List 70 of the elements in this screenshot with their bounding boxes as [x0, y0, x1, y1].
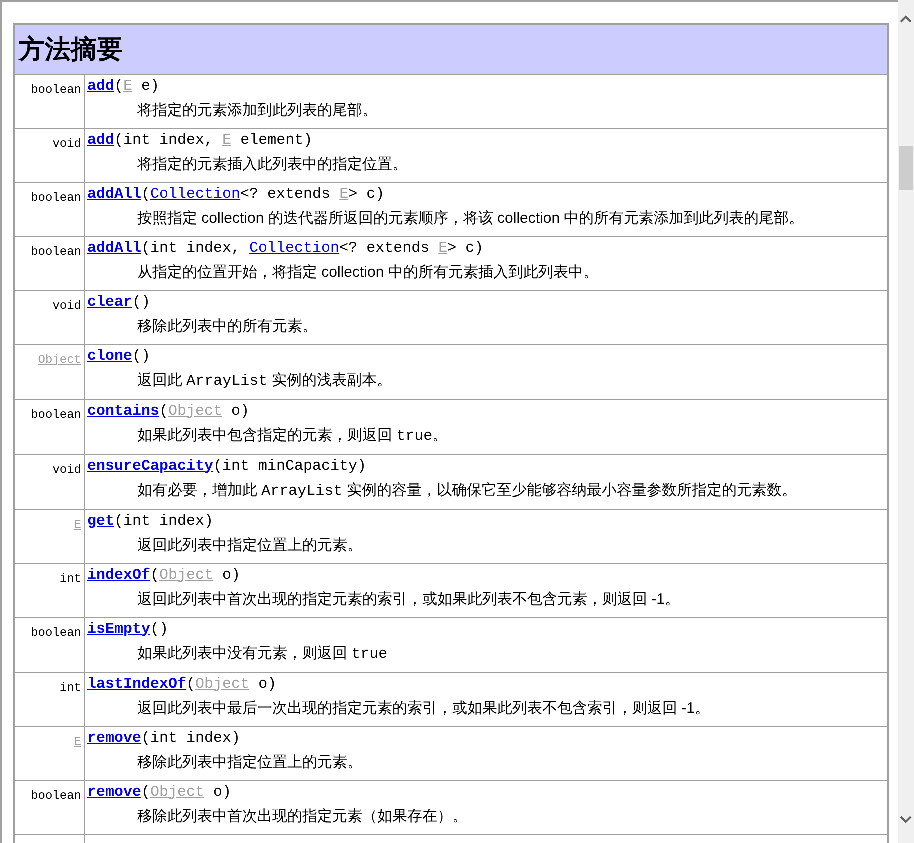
signature-text: ( [114, 78, 124, 94]
method-description: 按照指定 collection 的迭代器所返回的元素顺序，将该 collection 中的所有元素添加到此列表的尾部。 [136, 208, 806, 228]
method-link[interactable]: get [88, 512, 115, 530]
method-link[interactable]: remove [88, 784, 142, 800]
signature-text: ( [150, 566, 160, 584]
signature-text: (int index, [114, 132, 215, 148]
return-type: void [52, 298, 82, 312]
signature-text: o) [222, 566, 241, 584]
signature-text: () [132, 348, 151, 364]
method-link[interactable]: clone [88, 348, 133, 364]
signature-text: element) [240, 132, 313, 148]
signature-text: <? extends [240, 186, 332, 202]
return-type: boolean [31, 626, 82, 640]
method-link[interactable]: remove [88, 730, 142, 746]
signature-text: (int minCapacity) [214, 458, 367, 474]
method-description: 如果此列表中没有元素，则返回 true [136, 644, 389, 664]
signature-text: ( [160, 402, 169, 420]
method-description: 返回此 ArrayList 实例的浅表副本。 [136, 370, 393, 392]
signature-text: <? extends [340, 240, 431, 256]
signature-text: o) [258, 676, 277, 692]
method-link[interactable]: addAll [88, 240, 142, 256]
method-description: 将指定的元素添加到此列表的尾部。 [136, 100, 378, 120]
method-description: 移除此列表中的所有元素。 [136, 316, 318, 336]
method-description: 如有必要，增加此 ArrayList 实例的容量，以确保它至少能够容纳最小容量参数所指定的元素数。 [136, 480, 798, 502]
type-link[interactable]: Collection [250, 240, 340, 256]
signature-text: (int index) [142, 730, 241, 746]
method-description: 如果此列表中包含指定的元素，则返回 true。 [136, 426, 449, 446]
scroll-down-icon[interactable] [900, 815, 912, 825]
signature-text: (int index, [142, 240, 242, 256]
signature-text: () [132, 294, 151, 310]
return-type: boolean [31, 244, 82, 258]
signature-text: () [150, 620, 169, 638]
signature-text: e) [140, 78, 160, 94]
method-link[interactable]: lastIndexOf [88, 676, 187, 692]
method-description: 返回此列表中首次出现的指定元素的索引，或如果此列表不包含元素，则返回 -1。 [136, 590, 682, 610]
method-description: 将指定的元素插入此列表中的指定位置。 [136, 154, 408, 174]
signature-text: > c) [448, 240, 484, 256]
method-description: 移除此列表中指定位置上的元素。 [136, 752, 364, 772]
signature-text: ( [186, 676, 196, 692]
return-type: boolean [31, 788, 82, 802]
method-link[interactable]: indexOf [88, 566, 151, 584]
method-link[interactable]: clear [88, 294, 133, 310]
return-type: int [60, 680, 82, 694]
scrollbar-thumb[interactable] [899, 146, 913, 190]
method-description: 移除此列表中首次出现的指定元素（如果存在）。 [136, 806, 468, 826]
signature-text: ( [142, 784, 151, 800]
type-link[interactable]: Collection [150, 186, 241, 202]
signature-text: o) [230, 402, 250, 420]
return-type: void [52, 462, 82, 476]
signature-text: o) [212, 784, 232, 800]
return-type: boolean [31, 82, 82, 96]
signature-text: ( [142, 186, 151, 202]
signature-text: > c) [348, 186, 385, 202]
method-link[interactable]: add [88, 78, 115, 94]
section-title: 方法摘要 [19, 34, 123, 64]
method-description: 返回此列表中最后一次出现的指定元素的索引，或如果此列表不包含索引，则返回 -1。 [136, 698, 712, 718]
return-type: void [52, 136, 82, 150]
method-link[interactable]: addAll [88, 186, 142, 202]
return-type: int [60, 572, 82, 586]
return-type: boolean [31, 408, 82, 422]
method-link[interactable]: contains [88, 402, 160, 420]
method-description: 从指定的位置开始，将指定 collection 中的所有元素插入到此列表中。 [136, 262, 600, 282]
method-link[interactable]: add [88, 132, 115, 148]
method-description: 返回此列表中指定位置上的元素。 [136, 536, 364, 556]
scroll-up-icon[interactable] [900, 14, 912, 24]
signature-text: (int index) [114, 512, 214, 530]
method-link[interactable]: isEmpty [88, 620, 151, 638]
method-link[interactable]: ensureCapacity [88, 458, 214, 474]
scrollbar[interactable] [898, 0, 914, 843]
return-type: boolean [31, 190, 82, 204]
